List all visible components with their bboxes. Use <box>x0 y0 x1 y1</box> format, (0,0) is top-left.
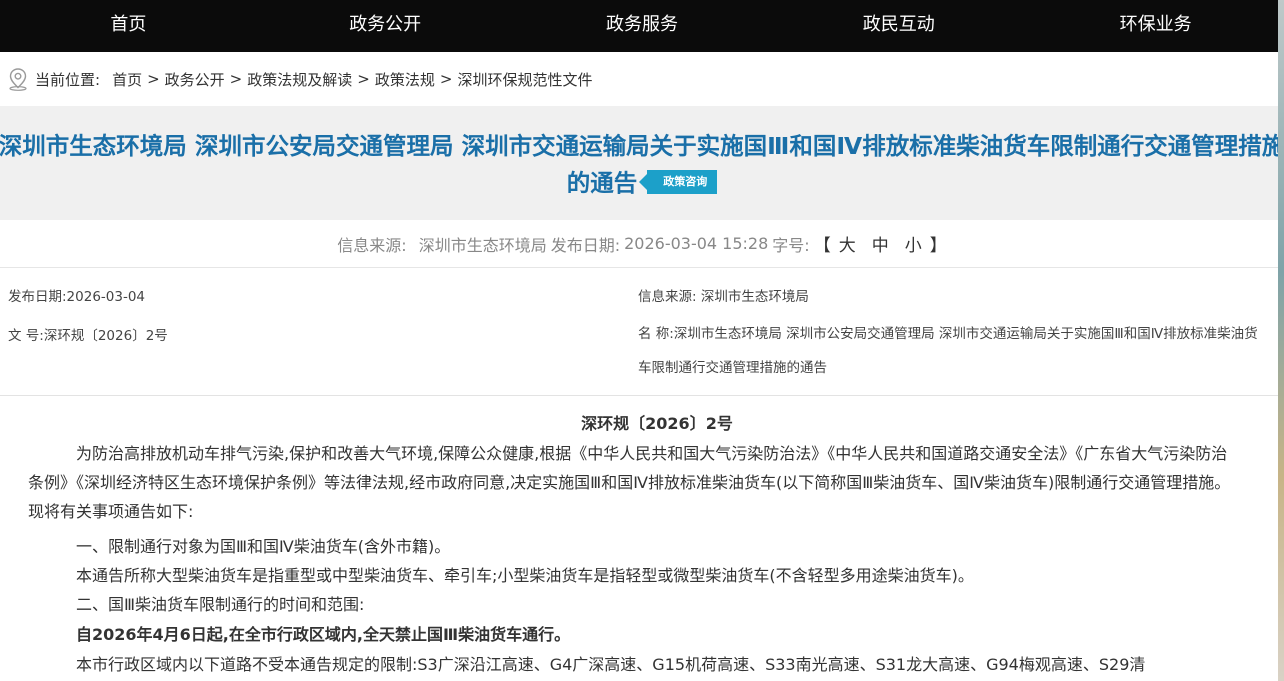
breadcrumb-normative-documents[interactable]: 深圳环保规范性文件 <box>457 69 592 90</box>
source-label: 信息来源: <box>337 235 407 255</box>
article-para-3: 二、国Ⅲ柴油货车限制通行的时间和范围: <box>76 595 365 614</box>
nav-env-business[interactable]: 环保业务 <box>1027 0 1284 52</box>
breadcrumb-separator: > <box>357 70 370 88</box>
meta-line: 信息来源: 深圳市生态环境局 发布日期: 2026-03-04 15:28 字号… <box>0 220 1284 268</box>
title-band: 深圳市生态环境局 深圳市公安局交通管理局 深圳市交通运输局关于实施国Ⅲ和国Ⅳ排放… <box>0 106 1284 220</box>
breadcrumb-separator: > <box>147 70 160 88</box>
nav-interaction[interactable]: 政民互动 <box>770 0 1027 52</box>
breadcrumb-prefix: 当前位置: <box>35 70 101 89</box>
font-size-small[interactable]: 小 <box>905 236 922 256</box>
breadcrumb-separator: > <box>439 70 453 88</box>
nav-gov-affairs[interactable]: 政务公开 <box>257 0 514 52</box>
policy-consult-tag[interactable]: 政策咨询 <box>639 169 718 194</box>
document-info-table: 发布日期:2026-03-04 信息来源: 深圳市生态环境局 文 号:深环规〔2… <box>0 268 1284 396</box>
info-publish-date: 发布日期:2026-03-04 <box>8 289 146 305</box>
breadcrumb-home[interactable]: 首页 <box>112 69 142 90</box>
page-title: 深圳市生态环境局 深圳市公安局交通管理局 深圳市交通运输局关于实施国Ⅲ和国Ⅳ排放… <box>0 128 1284 202</box>
article-intro: 为防治高排放机动车排气污染,保护和改善大气环境,保障公众健康,根据《中华人民共和… <box>28 444 1231 521</box>
breadcrumb-policy-interpretation[interactable]: 政策法规及解读 <box>247 69 352 90</box>
font-size-switcher: 【大中小】 <box>814 231 947 256</box>
bracket-open: 【 <box>813 236 831 256</box>
info-source: 信息来源: 深圳市生态环境局 <box>638 289 809 305</box>
location-pin-icon <box>9 68 27 91</box>
font-size-medium[interactable]: 中 <box>872 236 889 256</box>
breadcrumb-separator: > <box>229 70 243 88</box>
source-value: 深圳市生态环境局 <box>418 235 547 255</box>
breadcrumb-gov-affairs[interactable]: 政务公开 <box>165 69 225 90</box>
article-doc-number: 深环规〔2026〕2号 <box>581 414 733 433</box>
article-body: 深环规〔2026〕2号 为防治高排放机动车排气污染,保护和改善大气环境,保障公众… <box>0 396 1284 681</box>
article-para-1: 一、限制通行对象为国Ⅲ和国Ⅳ柴油货车(含外市籍)。 <box>76 537 451 556</box>
bracket-close: 】 <box>929 236 947 256</box>
article-para-5: 本市行政区域内以下道路不受本通告规定的限制:S3广深沿江高速、G4广深高速、G1… <box>76 655 1146 674</box>
article-para-4: 自2026年4月6日起,在全市行政区域内,全天禁止国Ⅲ柴油货车通行。 <box>76 625 571 644</box>
right-edge-strip <box>1278 0 1284 681</box>
breadcrumb: 当前位置: 首页 > 政务公开 > 政策法规及解读 > 政策法规 > 深圳环保规… <box>0 52 1284 106</box>
font-size-label: 字号: <box>772 235 810 255</box>
nav-home[interactable]: 首页 <box>0 0 257 52</box>
font-size-large[interactable]: 大 <box>839 236 856 256</box>
date-value: 2026-03-04 15:28 <box>624 234 769 253</box>
top-nav: 首页 政务公开 政务服务 政民互动 环保业务 <box>0 0 1284 52</box>
info-doc-number: 文 号:深环规〔2026〕2号 <box>8 328 168 344</box>
info-name: 名 称:深圳市生态环境局 深圳市公安局交通管理局 深圳市交通运输局关于实施国Ⅲ和… <box>638 326 1258 376</box>
article-para-2: 本通告所称大型柴油货车是指重型或中型柴油货车、牵引车;小型柴油货车是指轻型或微型… <box>76 566 974 585</box>
breadcrumb-policy-regulations[interactable]: 政策法规 <box>375 69 435 90</box>
date-label: 发布日期: <box>550 235 621 255</box>
nav-gov-services[interactable]: 政务服务 <box>514 0 771 52</box>
